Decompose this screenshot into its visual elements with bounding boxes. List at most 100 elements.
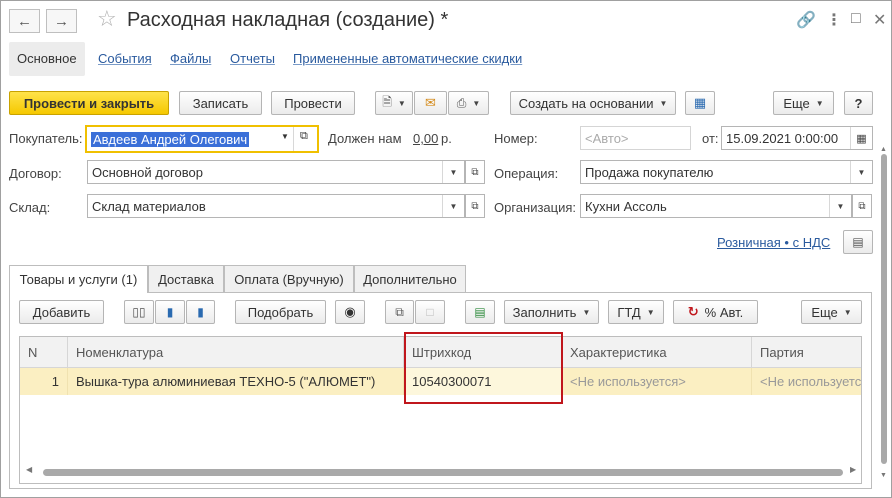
post-button[interactable]: Провести [271, 91, 355, 115]
organization-label: Организация: [494, 200, 577, 215]
tab-files[interactable]: Файлы [170, 42, 211, 76]
cash-register-button[interactable]: ▤ [843, 230, 873, 254]
buyer-label: Покупатель: [9, 131, 83, 146]
organization-open-button[interactable]: ⧉ [852, 194, 872, 218]
price-type-link[interactable]: Розничная • с НДС [717, 235, 830, 250]
open-icon[interactable]: ⧉ [300, 130, 308, 143]
table-cell-item[interactable]: Вышка-тура алюминиевая ТЕХНО-5 ("АЛЮМЕТ"… [68, 368, 404, 395]
chevron-down-icon[interactable]: ▼ [442, 161, 464, 183]
maximize-icon[interactable]: □ [851, 10, 861, 28]
fill-label: Заполнить [512, 304, 577, 320]
create-based-on-button[interactable]: Создать на основании ▼ [510, 91, 676, 115]
contract-label: Договор: [9, 166, 62, 181]
scroll-up-icon[interactable]: ▲ [880, 146, 887, 153]
tab-payment[interactable]: Оплата (Вручную) [224, 265, 354, 292]
arrow-left-icon: ← [17, 12, 32, 30]
vertical-scroll-thumb[interactable] [881, 154, 887, 464]
buyer-field[interactable]: Авдеев Андрей Олегович ▼ ⧉ [85, 125, 319, 153]
copy-rows-button[interactable]: ⧉ [385, 300, 414, 324]
tab-additional[interactable]: Дополнительно [354, 265, 466, 292]
chevron-down-icon: ▼ [646, 307, 655, 317]
back-button[interactable]: ← [9, 9, 40, 33]
cash-register-icon: ▤ [852, 235, 864, 249]
view-button[interactable]: ◉ [335, 300, 365, 324]
terminal-export-button[interactable]: ▮ [186, 300, 215, 324]
warehouse-open-button[interactable]: ⧉ [465, 194, 485, 218]
operation-field[interactable]: Продажа покупателю ▼ [580, 160, 873, 184]
save-button[interactable]: Записать [179, 91, 262, 115]
horizontal-scrollbar[interactable] [43, 469, 843, 476]
tab-events[interactable]: События [98, 42, 152, 76]
star-icon[interactable]: ☆ [97, 6, 117, 32]
table-more-label: Еще [811, 304, 838, 320]
chevron-down-icon[interactable]: ▼ [281, 132, 289, 141]
print-button[interactable]: ⎙ ▼ [448, 91, 489, 115]
link-icon[interactable]: 🔗 [796, 10, 816, 30]
terminal-icon: ▮ [197, 305, 204, 319]
number-field[interactable]: <Авто> [580, 126, 691, 150]
date-field[interactable]: 15.09.2021 0:00:00 ▦ [721, 126, 873, 150]
close-icon[interactable]: ✕ [873, 10, 886, 30]
tab-auto-discounts[interactable]: Примененные автоматические скидки [293, 42, 522, 76]
warehouse-label: Склад: [9, 200, 51, 215]
forward-button[interactable]: → [46, 9, 77, 33]
vertical-scrollbar[interactable]: ▲ ▼ [879, 146, 889, 486]
tab-reports[interactable]: Отчеты [230, 42, 275, 76]
barcode-button[interactable]: ▯▯ [124, 300, 154, 324]
column-header-batch[interactable]: Партия [752, 337, 861, 368]
chevron-down-icon[interactable]: ▼ [850, 161, 872, 183]
table-cell-batch[interactable]: <Не используетс [752, 368, 861, 395]
chevron-down-icon: ▼ [815, 98, 824, 108]
column-header-characteristic[interactable]: Характеристика [562, 337, 752, 368]
chevron-down-icon[interactable]: ▼ [442, 195, 464, 217]
tab-goods-services[interactable]: Товары и услуги (1) [9, 265, 148, 293]
contract-field[interactable]: Основной договор ▼ [87, 160, 465, 184]
table-more-button[interactable]: Еще ▼ [801, 300, 862, 324]
refresh-icon: ↻ [687, 304, 699, 319]
data-collection-terminal-button[interactable]: ▮ [155, 300, 185, 324]
add-button[interactable]: Добавить [19, 300, 104, 324]
documents-menu-button[interactable]: 🗎 ▼ [375, 91, 413, 115]
gtd-button[interactable]: ГТД ▼ [608, 300, 664, 324]
calendar-icon[interactable]: ▦ [850, 127, 872, 149]
more-button[interactable]: Еще ▼ [773, 91, 834, 115]
table-icon: ▤ [474, 305, 486, 319]
contract-open-button[interactable]: ⧉ [465, 160, 485, 184]
warehouse-field[interactable]: Склад материалов ▼ [87, 194, 465, 218]
table-cell-characteristic[interactable]: <Не используется> [562, 368, 752, 395]
barcode-highlight-box [404, 332, 563, 404]
open-icon: ⧉ [471, 200, 479, 212]
auto-discount-label: % Авт. [704, 304, 744, 320]
create-based-on-label: Создать на основании [518, 95, 654, 111]
post-and-close-button[interactable]: Провести и закрыть [9, 91, 169, 115]
scroll-down-icon[interactable]: ▼ [880, 472, 887, 479]
tab-main[interactable]: Основное [9, 42, 85, 76]
tab-delivery[interactable]: Доставка [148, 265, 224, 292]
paste-rows-button[interactable]: □ [415, 300, 445, 324]
operation-label: Операция: [494, 166, 559, 181]
help-button[interactable]: ? [844, 91, 873, 115]
column-header-n[interactable]: N [20, 337, 68, 368]
warehouse-value: Склад материалов [92, 198, 206, 214]
more-vertical-icon[interactable]: ⋮ [826, 10, 842, 30]
email-button[interactable]: ✉ [414, 91, 447, 115]
hierarchy-icon: ▦ [693, 95, 707, 110]
pick-button[interactable]: Подобрать [235, 300, 326, 324]
open-icon: ⧉ [858, 200, 866, 212]
auto-discount-button[interactable]: ↻ % Авт. [673, 300, 758, 324]
owes-label: Должен нам [328, 131, 402, 146]
operation-value: Продажа покупателю [585, 164, 714, 180]
chevron-down-icon[interactable]: ▼ [829, 195, 851, 217]
document-icon: 🗎 [382, 94, 392, 109]
chevron-down-icon: ▼ [582, 307, 591, 317]
table-cell-n[interactable]: 1 [20, 368, 68, 395]
owes-value-link[interactable]: 0,00 [413, 131, 438, 146]
structure-button[interactable]: ▦ [685, 91, 715, 115]
scroll-right-icon[interactable]: ▶ [850, 465, 856, 474]
scroll-left-icon[interactable]: ◀ [26, 465, 32, 474]
fill-button[interactable]: Заполнить ▼ [504, 300, 599, 324]
fill-table-button[interactable]: ▤ [465, 300, 495, 324]
envelope-icon: ✉ [425, 95, 436, 110]
organization-field[interactable]: Кухни Ассоль ▼ [580, 194, 852, 218]
column-header-item[interactable]: Номенклатура [68, 337, 404, 368]
